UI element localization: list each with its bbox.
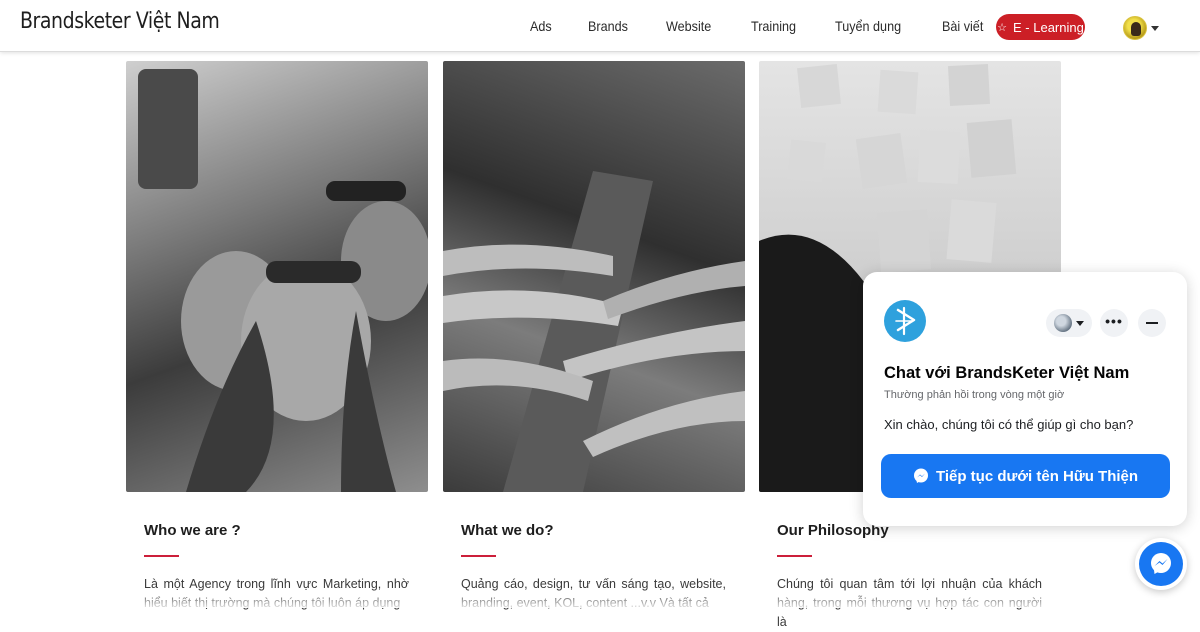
card-title: What we do?	[461, 522, 554, 539]
nav-item-tuyen-dung[interactable]: Tuyển dụng	[835, 18, 901, 34]
minimize-button[interactable]	[1138, 309, 1166, 337]
continue-as-button[interactable]: Tiếp tục dưới tên Hữu Thiện	[881, 454, 1170, 498]
card-divider	[461, 555, 496, 557]
messenger-chat-popup: ••• Chat với BrandsKeter Việt Nam Thường…	[863, 272, 1187, 526]
minimize-icon	[1146, 322, 1158, 324]
messenger-icon	[1139, 542, 1183, 586]
elearning-label: E - Learning	[1013, 19, 1084, 35]
main-nav: Ads Brands Website Training Tuyển dụng B…	[530, 0, 1022, 52]
account-switch-button[interactable]	[1046, 309, 1092, 337]
nav-item-brands[interactable]: Brands	[588, 18, 628, 34]
nav-item-ads[interactable]: Ads	[530, 18, 552, 34]
messenger-launcher-button[interactable]	[1135, 538, 1187, 590]
avatar	[1123, 16, 1147, 40]
more-icon: •••	[1105, 313, 1123, 329]
card-title: Who we are ?	[144, 522, 241, 539]
card-divider	[144, 555, 179, 557]
bottom-fade	[0, 590, 1200, 608]
more-options-button[interactable]: •••	[1100, 309, 1128, 337]
nav-item-training[interactable]: Training	[751, 18, 796, 34]
chat-greeting: Xin chào, chúng tôi có thể giúp gì cho b…	[884, 417, 1134, 432]
chat-title: Chat với BrandsKeter Việt Nam	[884, 364, 1130, 382]
avatar	[1054, 314, 1072, 332]
messenger-icon	[913, 468, 928, 483]
hands-on-tree-photo	[443, 61, 745, 492]
caret-down-icon	[1076, 320, 1084, 326]
nav-item-bai-viet[interactable]: Bài viết	[942, 18, 983, 34]
site-logo-text[interactable]: Brandsketer Việt Nam	[20, 9, 220, 34]
caret-down-icon	[1151, 25, 1159, 31]
chat-response-time: Thường phản hồi trong vòng một giờ	[884, 389, 1065, 401]
brand-logo-icon	[884, 300, 926, 342]
continue-as-label: Tiếp tục dưới tên Hữu Thiện	[935, 467, 1139, 485]
card-divider	[777, 555, 812, 557]
group-selfie-photo	[126, 61, 428, 492]
top-navbar: Brandsketer Việt Nam Ads Brands Website …	[0, 0, 1200, 52]
nav-item-website[interactable]: Website	[666, 18, 711, 34]
user-menu[interactable]	[1123, 16, 1159, 40]
elearning-button[interactable]: ☆ E - Learning	[996, 14, 1085, 40]
star-icon: ☆	[997, 21, 1008, 34]
